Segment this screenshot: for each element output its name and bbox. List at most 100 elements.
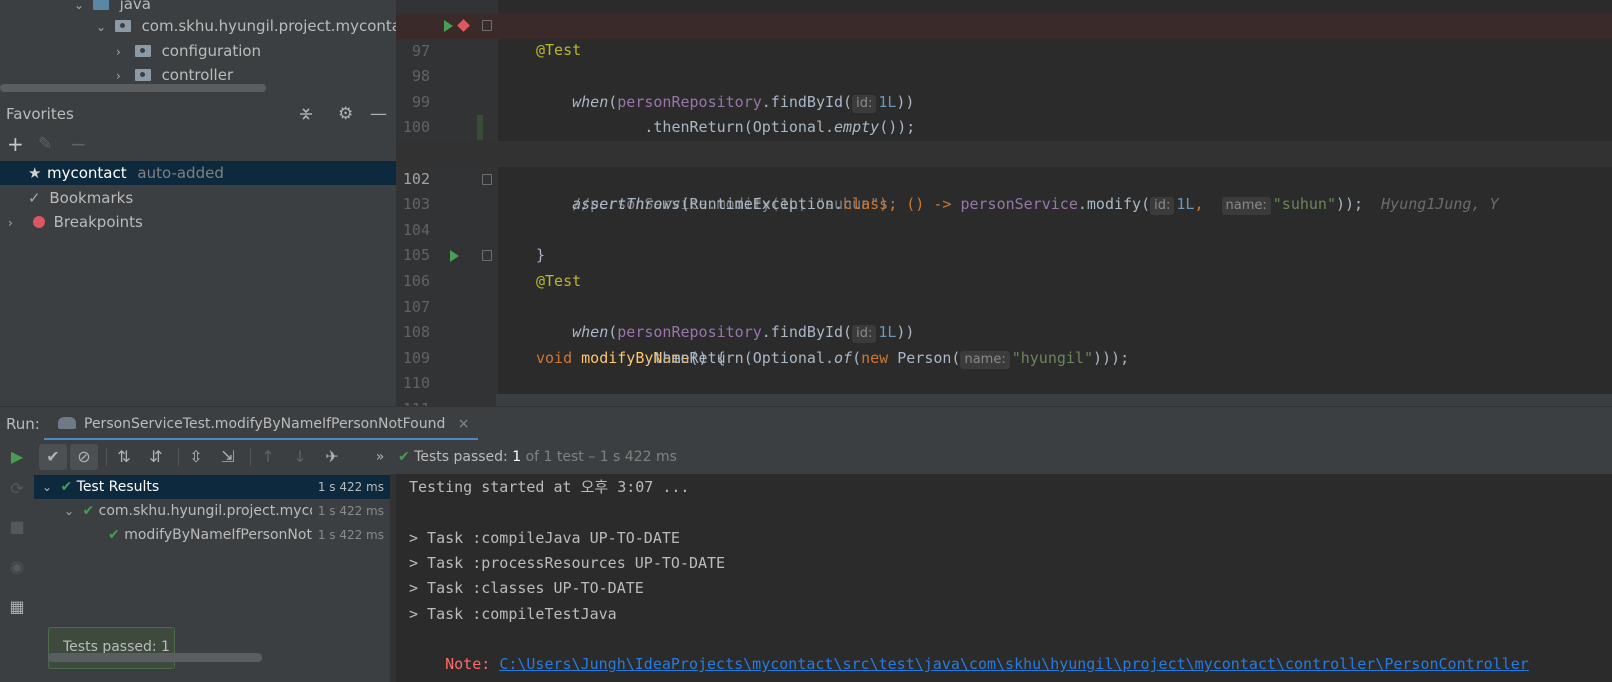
source-path-link[interactable]: C:\Users\Jungh\IdeaProjects\mycontact\sr… — [499, 655, 1529, 673]
code-line[interactable]: 96 @Test — [396, 0, 1612, 60]
close-icon[interactable]: × — [458, 416, 470, 432]
tests-status: ✔ Tests passed: 1 of 1 test – 1 s 422 ms — [398, 449, 677, 465]
code-line[interactable]: 108 .thenReturn(Optional.of(new Person(n… — [396, 295, 1612, 369]
source-folder-icon — [92, 0, 109, 10]
code-line-current[interactable]: 102 assertThrows(RuntimeException.class,… — [396, 141, 1612, 216]
run-tab-title: PersonServiceTest.modifyByNameIfPersonNo… — [84, 416, 446, 432]
chevron-down-icon[interactable]: ⌄ — [96, 15, 110, 39]
tree-item-label: java — [119, 0, 151, 13]
chevron-right-icon[interactable]: › — [116, 40, 130, 64]
run-tool-window-header: Run: PersonServiceTest.modifyByNameIfPer… — [0, 406, 1612, 441]
console-line: > Task :processResources UP-TO-DATE — [409, 553, 726, 572]
favorites-item-mycontact[interactable]: ★ mycontact auto-added — [0, 161, 396, 185]
package-icon — [134, 45, 151, 57]
edit-icon[interactable]: ✎ — [38, 130, 52, 158]
test-runner-toolbar: ✔ ⊘ ⇅ ⇵ ⇳ ⇲ ↑ ↓ ✈ » ✔ Tests passed: 1 of… — [34, 440, 1612, 474]
code-line[interactable]: 104 — [396, 192, 1612, 239]
code-line[interactable]: 107 when(personRepository.findById(id: 1L… — [396, 269, 1612, 344]
more-icon[interactable]: » — [366, 444, 394, 470]
remove-icon[interactable]: − — [70, 130, 87, 158]
toolbar-divider — [250, 448, 251, 466]
console-note-line: Note: C:\Users\Jungh\IdeaProjects\mycont… — [409, 627, 1529, 673]
show-ignored-icon[interactable]: ⊘ — [70, 444, 98, 470]
code-line[interactable]: 109 — [396, 320, 1612, 367]
check-icon: ✔ — [82, 503, 95, 519]
code-line[interactable]: 105 @Test — [396, 218, 1612, 290]
test-method-row[interactable]: ✔ modifyByNameIfPersonNotFo 1 s 422 ms — [34, 523, 390, 547]
watch-icon[interactable]: ◉ — [8, 558, 26, 576]
tree-item-configuration[interactable]: › configuration — [116, 39, 261, 63]
console-line: > Task :classes UP-TO-DATE — [409, 579, 644, 598]
console-line: Testing started at 오후 3:07 ... — [409, 478, 690, 496]
note-label: Note: — [445, 655, 491, 674]
breakpoint-icon — [32, 216, 45, 228]
tree-item-package[interactable]: ⌄ com.skhu.hyungil.project.mycontact — [96, 14, 396, 38]
chevron-down-icon[interactable]: ⌄ — [64, 499, 78, 523]
code-line[interactable]: 110 personService.modify(id:1L, name:"su… — [396, 346, 1612, 406]
run-side-toolbar: ▶ ⟳ ■ ◉ ▦ — [0, 440, 34, 682]
check-icon: ✔ — [60, 479, 73, 495]
star-icon: ★ — [28, 164, 42, 182]
check-icon: ✓ — [28, 189, 41, 207]
stop-icon[interactable]: ■ — [8, 518, 26, 536]
package-icon — [134, 69, 151, 81]
fold-icon[interactable] — [482, 173, 492, 185]
code-line[interactable]: 99 .thenReturn(Optional.empty()); — [396, 64, 1612, 137]
next-failed-icon[interactable]: ↓ — [286, 444, 314, 470]
chevron-right-icon[interactable]: › — [8, 211, 22, 235]
chevron-down-icon[interactable]: ⌄ — [42, 475, 56, 499]
console-output[interactable]: Testing started at 오후 3:07 ... > Task :c… — [396, 474, 1612, 682]
rerun-failed-icon[interactable]: ⟳ — [8, 480, 26, 498]
gear-icon[interactable]: ⚙ — [338, 100, 353, 128]
editor-horizontal-scrollbar[interactable] — [496, 394, 1612, 406]
test-runner-icon — [58, 417, 76, 429]
tests-passed-notification[interactable]: Tests passed: 1 — [48, 627, 175, 669]
test-results-root[interactable]: ⌄ ✔ Test Results 1 s 422 ms — [34, 475, 390, 499]
import-tests-icon[interactable]: ✈ — [318, 444, 346, 470]
toolbar-divider — [178, 448, 179, 466]
code-line[interactable]: 103 } — [396, 167, 1612, 264]
favorites-header: Favorites ⚙ — — [0, 100, 396, 128]
horizontal-scrollbar[interactable] — [48, 653, 262, 662]
favorites-item-extra: auto-added — [137, 164, 224, 182]
toolbar-divider — [106, 448, 107, 466]
project-panel: ⌄ java ⌄ com.skhu.hyungil.project.mycont… — [0, 0, 396, 416]
sort-duration-icon[interactable]: ⇵ — [142, 444, 170, 470]
add-icon[interactable]: + — [7, 130, 24, 158]
favorites-item-breakpoints[interactable]: › Breakpoints — [8, 210, 143, 234]
previous-failed-icon[interactable]: ↑ — [254, 444, 282, 470]
show-passed-icon[interactable]: ✔ — [39, 444, 67, 470]
fold-icon[interactable] — [482, 250, 492, 262]
rerun-icon[interactable]: ▶ — [8, 448, 26, 466]
test-class-row[interactable]: ⌄ ✔ com.skhu.hyungil.project.mycon 1 s 4… — [34, 499, 390, 523]
run-test-icon[interactable] — [444, 20, 453, 32]
expand-all-icon[interactable]: ⇳ — [182, 444, 210, 470]
console-line: > Task :compileJava UP-TO-DATE — [409, 528, 680, 547]
collapse-all-icon[interactable]: ⇲ — [214, 444, 242, 470]
tree-item-label: controller — [161, 66, 234, 84]
code-line[interactable]: 98 when(personRepository.findById(id: 1L)… — [396, 39, 1612, 113]
package-icon — [114, 20, 131, 32]
collapse-all-icon[interactable] — [298, 100, 314, 128]
code-line[interactable]: 106 void modifyByName() { — [396, 243, 1612, 367]
change-marker[interactable] — [477, 115, 483, 141]
code-editor[interactable]: 96 @Test 97 void modifyByNameIfPersonNot… — [396, 0, 1612, 406]
run-tab[interactable]: PersonServiceTest.modifyByNameIfPersonNo… — [44, 407, 478, 441]
minimize-icon[interactable]: — — [370, 100, 387, 128]
code-line[interactable]: 100 — [396, 90, 1612, 136]
code-line-breakpoint[interactable]: 97 void modifyByNameIfPersonNotFound() { — [396, 13, 1612, 162]
favorites-item-label: Breakpoints — [53, 213, 143, 231]
horizontal-scrollbar[interactable] — [0, 84, 266, 92]
sort-alpha-icon[interactable]: ⇅ — [110, 444, 138, 470]
code-line[interactable]: 101 //personService.modify(1L, "suhun"); — [396, 115, 1612, 213]
breakpoint-icon[interactable] — [457, 19, 470, 32]
layout-icon[interactable]: ▦ — [8, 598, 26, 616]
favorites-item-label: mycontact — [47, 164, 127, 182]
run-test-icon[interactable] — [450, 250, 459, 263]
tree-item-label: configuration — [161, 42, 262, 60]
favorites-item-bookmarks[interactable]: ✓ Bookmarks — [28, 186, 133, 210]
fold-icon[interactable] — [482, 20, 492, 31]
tree-item-label: com.skhu.hyungil.project.mycontact — [141, 17, 396, 35]
chevron-down-icon[interactable]: ⌄ — [74, 0, 88, 17]
test-duration: 1 s 422 ms — [317, 480, 384, 494]
